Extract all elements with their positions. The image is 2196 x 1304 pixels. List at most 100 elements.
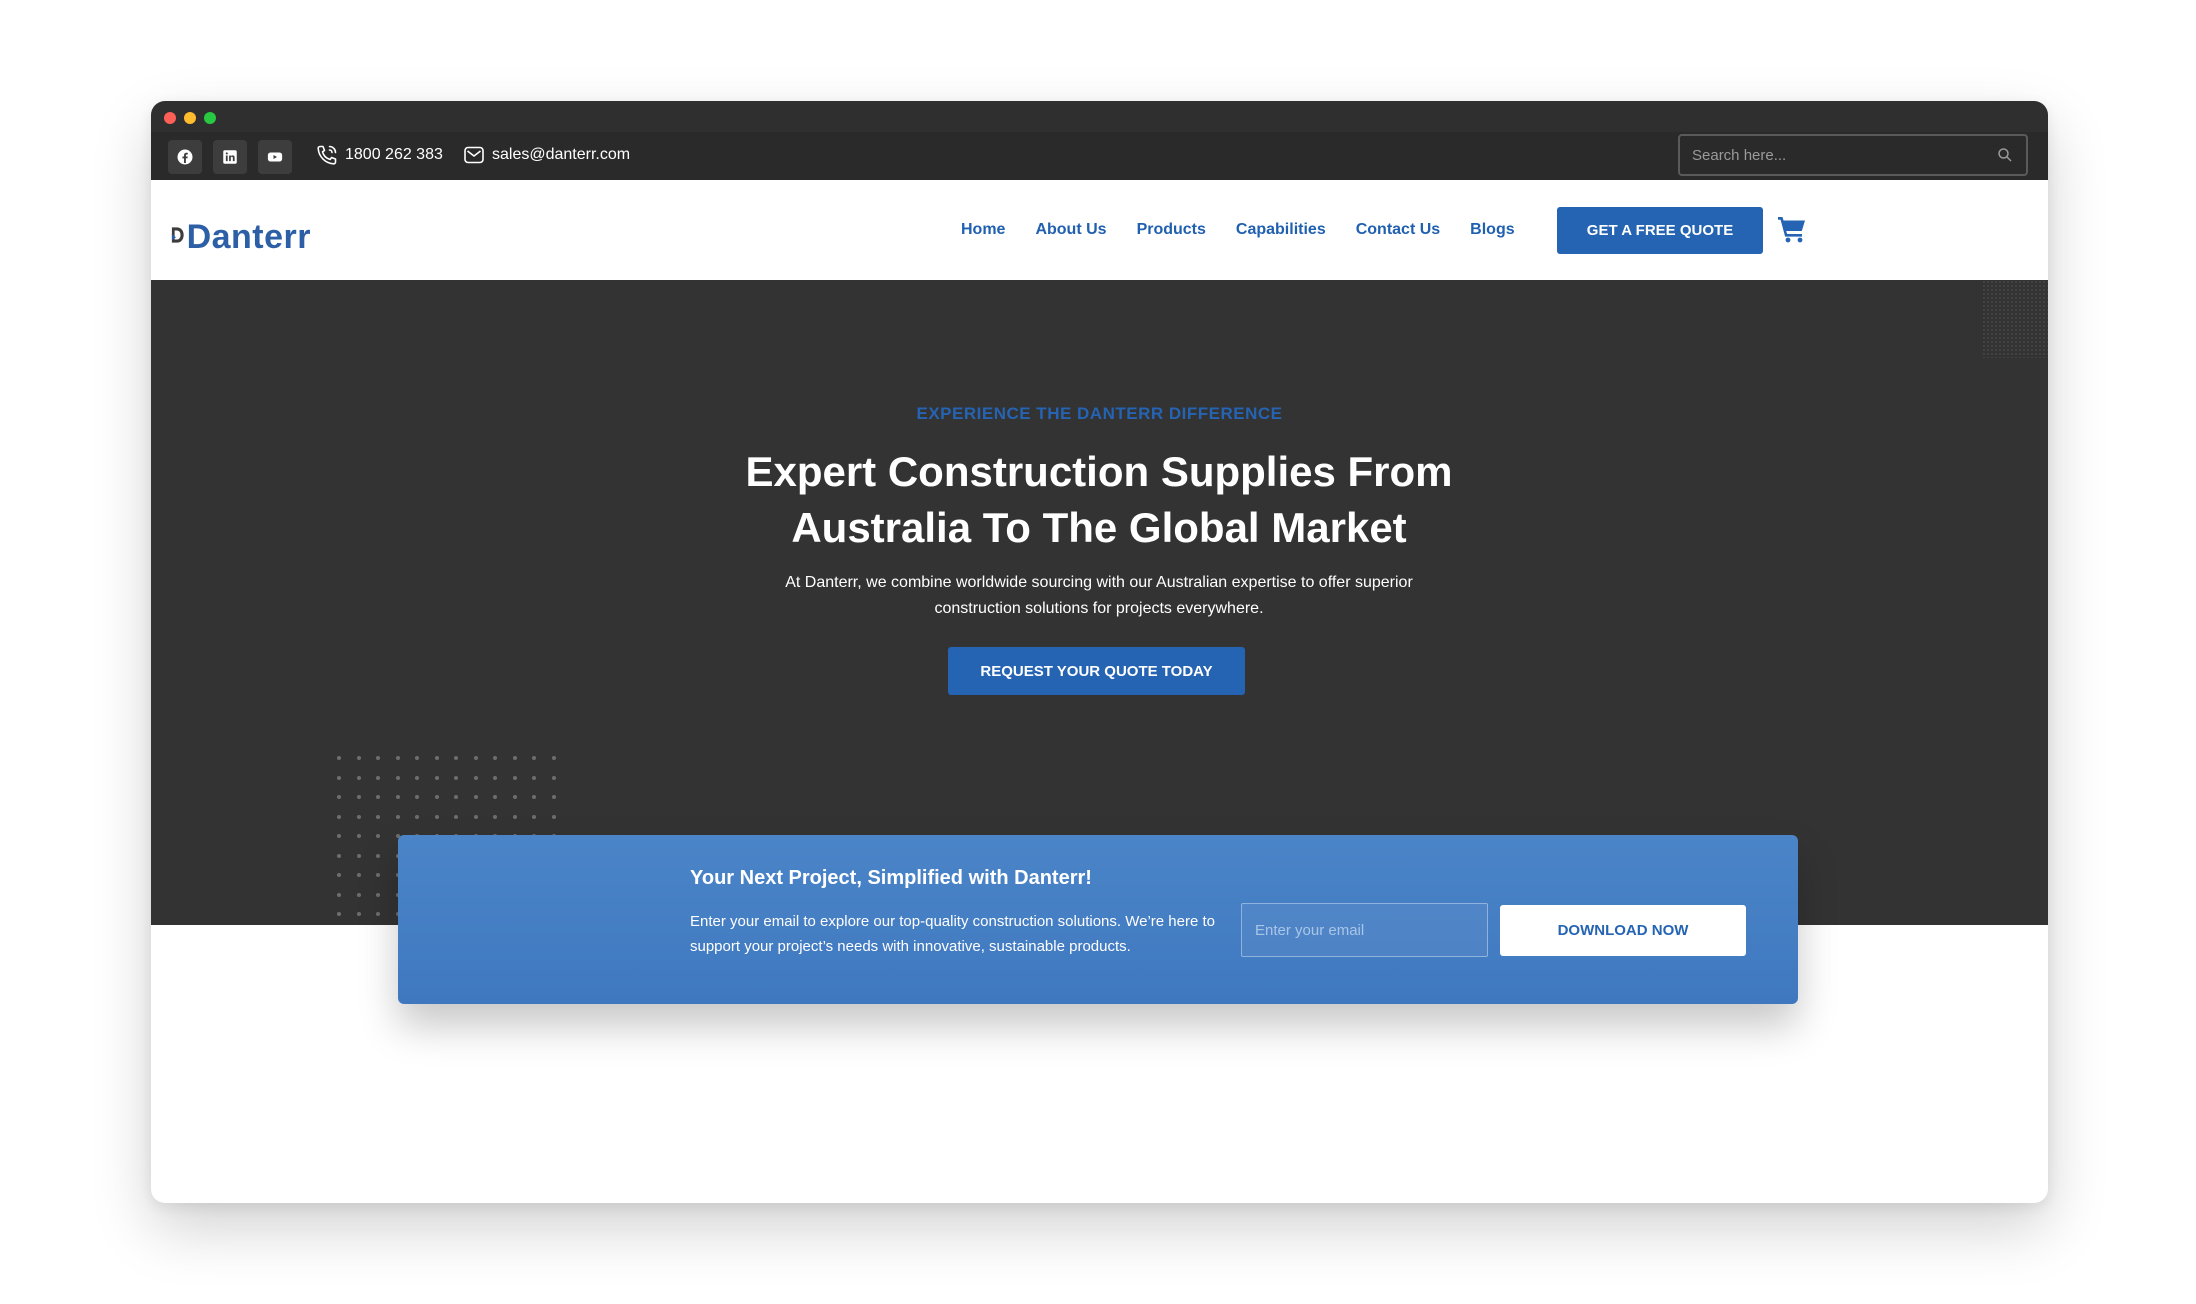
nav-home[interactable]: Home [961,215,1005,245]
newsletter-title: Your Next Project, Simplified with Dante… [690,867,1092,889]
close-window-button[interactable] [164,112,176,124]
decorative-dot [337,756,341,760]
decorative-dot [493,814,497,819]
hero-title-line-1: Expert Construction Supplies From [745,448,1453,495]
decorative-dot [337,814,341,819]
maximize-window-button[interactable] [204,112,216,124]
browser-window: 1800 262 383 sales@danterr.com Danterr H… [151,101,2048,1203]
decorative-dot [395,795,400,799]
decorative-dot [337,775,341,780]
decorative-dot [356,775,361,780]
decorative-dot [356,853,361,858]
decorative-dot [415,795,419,799]
decorative-dot [337,834,341,838]
nav-products[interactable]: Products [1137,215,1206,245]
decorative-dot [512,756,517,760]
decorative-dot [415,775,419,780]
decorative-dot [395,814,400,819]
mail-icon [464,146,484,164]
get-free-quote-button[interactable]: GET A FREE QUOTE [1557,207,1763,254]
decorative-dot [376,814,380,819]
decorative-dot [532,814,536,819]
decorative-dot [337,873,341,877]
phone-icon [317,145,337,165]
decorative-dot [356,814,361,819]
email-address: sales@danterr.com [492,146,631,163]
decorative-dot [376,892,380,897]
decorative-dot-pattern [1982,280,2048,358]
decorative-dot [473,795,478,799]
email-field[interactable] [1241,903,1488,957]
decorative-dot [337,912,341,916]
decorative-dot [337,853,341,858]
logo-mark-icon [171,227,184,243]
search-box [1678,134,2028,176]
decorative-dot [415,814,419,819]
decorative-dot [551,775,556,780]
decorative-dot [356,756,361,760]
decorative-dot [551,756,556,760]
decorative-dot [473,756,478,760]
decorative-dot [454,775,458,780]
top-bar: 1800 262 383 sales@danterr.com [151,132,2048,180]
nav-blogs[interactable]: Blogs [1470,215,1514,245]
decorative-dot [434,814,439,819]
decorative-dot [434,795,439,799]
youtube-icon [267,152,283,162]
newsletter-description: Enter your email to explore our top-qual… [690,913,1215,955]
decorative-dot [473,814,478,819]
nav-contact-us[interactable]: Contact Us [1356,215,1440,245]
window-titlebar [151,101,2048,132]
decorative-dot [376,795,380,799]
decorative-dot [434,756,439,760]
decorative-dot [532,795,536,799]
decorative-dot [454,795,458,799]
decorative-dot [395,756,400,760]
decorative-dot [551,795,556,799]
decorative-dot [493,756,497,760]
hero-title: Expert Construction Supplies From Austra… [599,444,1599,556]
email-contact[interactable]: sales@danterr.com [462,135,630,175]
nav-capabilities[interactable]: Capabilities [1236,215,1326,245]
download-now-button[interactable]: DOWNLOAD NOW [1500,905,1746,956]
youtube-link[interactable] [258,140,292,174]
hero-description: At Danterr, we combine worldwide sourcin… [785,574,1413,617]
nav-about-us[interactable]: About Us [1035,215,1106,245]
decorative-dot [356,795,361,799]
decorative-dot [493,795,497,799]
decorative-dot [337,795,341,799]
decorative-dot [356,834,361,838]
main-nav: Home About Us Products Capabilities Cont… [961,215,1545,245]
decorative-dot [454,756,458,760]
facebook-icon [177,149,193,165]
decorative-dot [551,814,556,819]
phone-contact[interactable]: 1800 262 383 [315,135,443,175]
decorative-dot [356,912,361,916]
newsletter-panel: Your Next Project, Simplified with Dante… [398,835,1798,1004]
decorative-dot [512,814,517,819]
decorative-dot [376,775,380,780]
decorative-dot [395,775,400,780]
request-quote-button[interactable]: REQUEST YOUR QUOTE TODAY [948,647,1245,695]
decorative-dot [376,834,380,838]
facebook-link[interactable] [168,140,202,174]
hero-title-line-2: Australia To The Global Market [791,504,1407,551]
search-icon[interactable] [1996,146,2014,164]
hero-eyebrow: EXPERIENCE THE DANTERR DIFFERENCE [916,404,1283,423]
cart-icon[interactable] [1777,214,1807,244]
decorative-dot [356,873,361,877]
decorative-dot [356,892,361,897]
danterr-logo[interactable]: Danterr [171,210,311,254]
decorative-dot [532,756,536,760]
decorative-dot [376,853,380,858]
decorative-dot [512,775,517,780]
linkedin-link[interactable] [213,140,247,174]
minimize-window-button[interactable] [184,112,196,124]
decorative-dot [337,892,341,897]
linkedin-icon [223,150,237,164]
decorative-dot [376,756,380,760]
search-input[interactable] [1692,146,1996,164]
logo-text: Danterr [186,218,311,256]
phone-number: 1800 262 383 [345,146,443,163]
decorative-dot [376,912,380,916]
